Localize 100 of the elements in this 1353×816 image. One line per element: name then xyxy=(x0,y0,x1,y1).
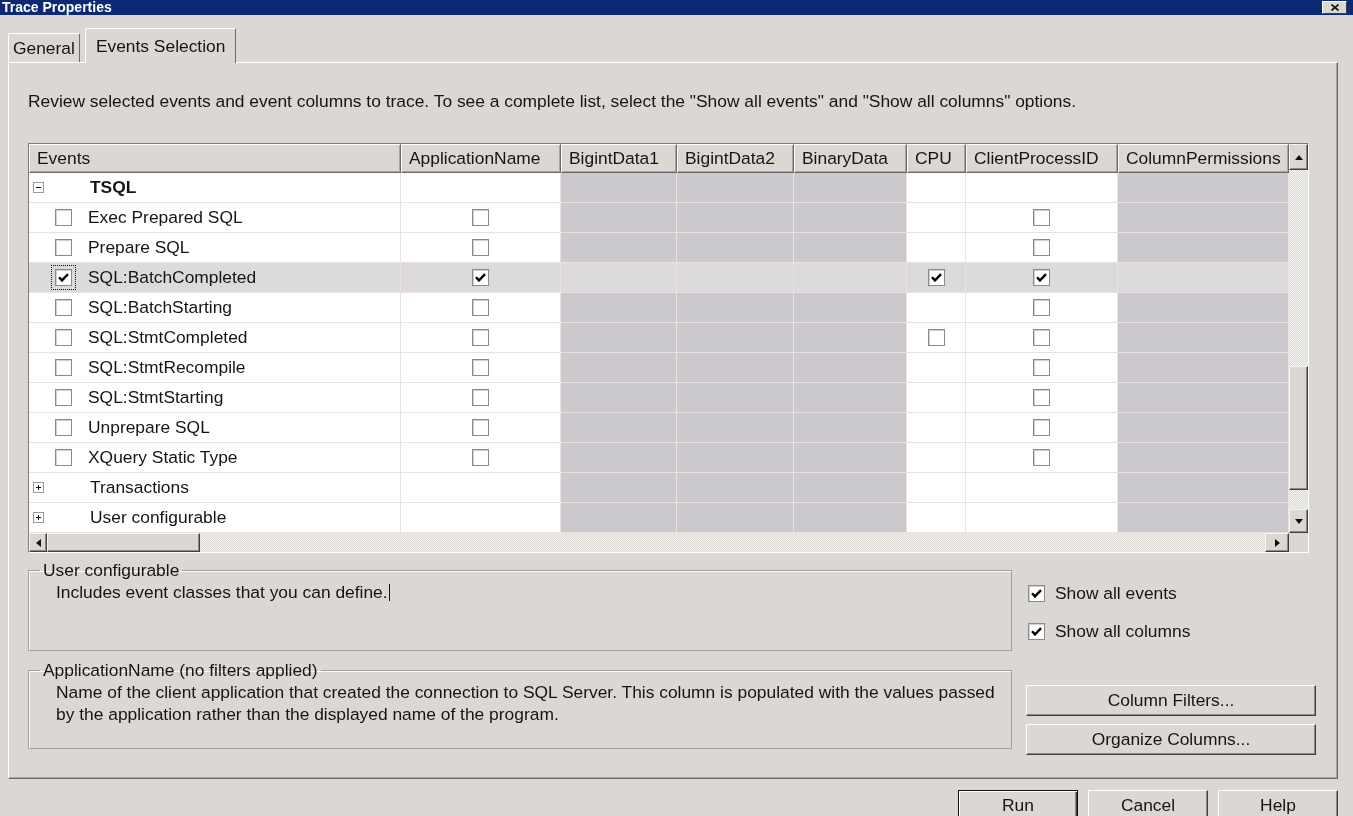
checkbox[interactable] xyxy=(472,329,489,346)
checkbox[interactable] xyxy=(55,239,72,256)
table-row[interactable]: SQL:BatchCompleted xyxy=(29,263,1289,293)
minus-box-icon[interactable] xyxy=(33,182,44,193)
checkbox[interactable] xyxy=(1033,389,1050,406)
checkbox[interactable] xyxy=(51,265,76,290)
plus-box-icon[interactable] xyxy=(33,512,44,523)
checkbox[interactable] xyxy=(1028,622,1045,640)
up-arrow-icon xyxy=(1294,154,1303,160)
column-header[interactable]: ColumnPermissions xyxy=(1118,144,1289,173)
checkbox[interactable] xyxy=(1033,299,1050,316)
checkbox[interactable] xyxy=(927,269,945,286)
scroll-down-button[interactable] xyxy=(1289,509,1308,533)
dialog-button[interactable]: Organize Columns... xyxy=(1026,724,1316,755)
checkbox[interactable] xyxy=(1033,269,1050,286)
group-box-title: User configurable xyxy=(42,561,181,579)
checkbox[interactable] xyxy=(55,449,72,466)
table-row[interactable]: Prepare SQL xyxy=(29,233,1289,263)
event-label: SQL:StmtStarting xyxy=(88,387,224,408)
checkbox[interactable] xyxy=(55,299,72,316)
dialog-button[interactable]: Help xyxy=(1218,790,1338,816)
checkbox[interactable] xyxy=(1033,419,1050,436)
checkbox[interactable] xyxy=(472,239,489,256)
column-header[interactable]: BigintData2 xyxy=(677,144,794,173)
checkbox[interactable] xyxy=(927,329,945,346)
checkbox[interactable] xyxy=(472,419,489,436)
scroll-right-button[interactable] xyxy=(1265,533,1289,552)
checkmark-icon xyxy=(1036,273,1047,282)
column-header[interactable]: ApplicationName xyxy=(401,144,561,173)
checkbox[interactable] xyxy=(55,389,72,406)
checkmark-icon xyxy=(1031,626,1042,636)
table-row[interactable]: SQL:StmtRecompile xyxy=(29,353,1289,383)
vertical-scrollbar[interactable] xyxy=(1289,144,1308,533)
group-label: Transactions xyxy=(90,477,189,498)
checkbox[interactable] xyxy=(55,209,72,226)
checkmark-icon xyxy=(930,273,942,282)
checkbox[interactable] xyxy=(55,329,72,346)
dialog-button[interactable]: Run xyxy=(958,790,1078,816)
column-header[interactable]: Events xyxy=(29,144,401,173)
checkmark-icon xyxy=(58,273,69,282)
table-row[interactable]: Unprepare SQL xyxy=(29,413,1289,443)
group-label: TSQL xyxy=(90,177,137,198)
scrollbar-thumb[interactable] xyxy=(1289,366,1308,490)
event-label: SQL:BatchStarting xyxy=(88,297,233,318)
table-row[interactable]: SQL:StmtStarting xyxy=(29,383,1289,413)
scroll-left-button[interactable] xyxy=(29,533,47,552)
right-arrow-icon xyxy=(1274,538,1280,547)
table-row[interactable]: Transactions xyxy=(29,473,1289,503)
table-row[interactable]: User configurable xyxy=(29,503,1289,533)
column-header[interactable]: BigintData1 xyxy=(561,144,677,173)
column-description: Name of the client application that created the connection to SQL Server. This column is populated with the values passed by the application rather than the displayed name of the program. xyxy=(56,681,996,725)
checkbox[interactable] xyxy=(472,359,489,376)
horizontal-scrollbar[interactable] xyxy=(29,533,1289,552)
checkbox[interactable] xyxy=(1033,449,1050,466)
column-header[interactable]: CPU xyxy=(907,144,966,173)
scrollbar-thumb[interactable] xyxy=(47,533,200,552)
down-arrow-icon xyxy=(1294,518,1303,524)
column-header[interactable]: ClientProcessID xyxy=(966,144,1118,173)
scroll-up-button[interactable] xyxy=(1289,144,1308,170)
tab[interactable]: General xyxy=(8,33,80,62)
checkbox[interactable] xyxy=(472,269,489,286)
checkmark-icon xyxy=(1031,588,1042,598)
table-row[interactable]: SQL:StmtCompleted xyxy=(29,323,1289,353)
checkbox[interactable] xyxy=(1033,239,1050,256)
event-label: SQL:StmtCompleted xyxy=(88,327,248,348)
checkbox-label[interactable]: Show all events xyxy=(1055,582,1177,604)
table-row[interactable]: Exec Prepared SQL xyxy=(29,203,1289,233)
dialog-button[interactable]: Column Filters... xyxy=(1026,685,1316,716)
event-label: XQuery Static Type xyxy=(88,447,238,468)
event-label: SQL:StmtRecompile xyxy=(88,357,246,378)
event-label: SQL:BatchCompleted xyxy=(88,267,257,288)
checkbox[interactable] xyxy=(472,449,489,466)
close-button[interactable] xyxy=(1322,1,1347,14)
column-header[interactable]: BinaryData xyxy=(794,144,907,173)
window-title: Trace Properties xyxy=(2,0,112,15)
checkbox[interactable] xyxy=(55,359,72,376)
checkbox[interactable] xyxy=(1028,584,1045,602)
event-label: Exec Prepared SQL xyxy=(88,207,243,228)
table-row[interactable]: SQL:BatchStarting xyxy=(29,293,1289,323)
dialog-button[interactable]: Cancel xyxy=(1088,790,1208,816)
event-description: Includes event classes that you can define. xyxy=(56,581,388,603)
left-arrow-icon xyxy=(35,538,41,547)
event-label: Unprepare SQL xyxy=(88,417,210,438)
checkbox-label[interactable]: Show all columns xyxy=(1055,620,1191,642)
group-box-title: ApplicationName (no filters applied) xyxy=(42,661,319,679)
checkbox[interactable] xyxy=(472,389,489,406)
checkbox[interactable] xyxy=(55,419,72,436)
checkbox[interactable] xyxy=(472,209,489,226)
checkbox[interactable] xyxy=(1033,329,1050,346)
tab[interactable]: Events Selection xyxy=(84,28,237,63)
close-icon xyxy=(1330,4,1339,11)
checkbox[interactable] xyxy=(1033,209,1050,226)
checkbox[interactable] xyxy=(472,299,489,316)
table-row[interactable]: TSQL xyxy=(29,173,1289,203)
table-row[interactable]: XQuery Static Type xyxy=(29,443,1289,473)
checkbox[interactable] xyxy=(1033,359,1050,376)
plus-box-icon[interactable] xyxy=(33,482,44,493)
checkmark-icon xyxy=(475,273,486,282)
instructions-text: Review selected events and event columns to trace. To see a complete list, select the "Show all events" and "Show all columns" options. xyxy=(28,91,1078,111)
event-label: Prepare SQL xyxy=(88,237,190,258)
